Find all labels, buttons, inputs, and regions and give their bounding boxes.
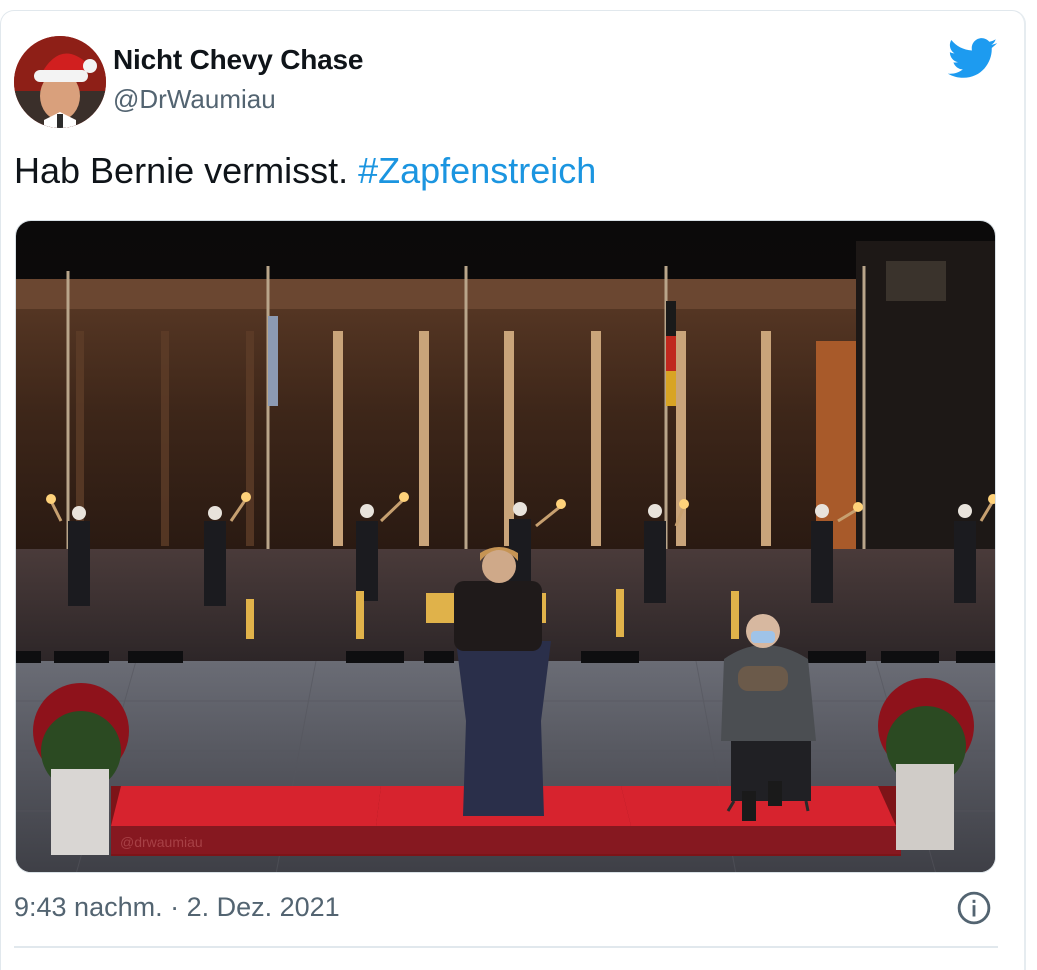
photo-watermark: @drwaumiau: [120, 834, 203, 850]
author-handle[interactable]: @DrWaumiau: [113, 84, 276, 115]
tweet-photo[interactable]: @drwaumiau: [15, 220, 996, 873]
info-icon[interactable]: [957, 891, 991, 925]
twitter-bird-icon[interactable]: [948, 38, 998, 80]
tweet-divider: [14, 946, 998, 948]
tweet-timestamp[interactable]: 9:43 nachm. · 2. Dez. 2021: [14, 892, 340, 923]
avatar[interactable]: [14, 36, 106, 128]
tweet-text: Hab Bernie vermisst. #Zapfenstreich: [14, 150, 596, 192]
author-display-name[interactable]: Nicht Chevy Chase: [113, 44, 363, 76]
ceremony-photo: @drwaumiau: [16, 221, 995, 872]
tweet-text-body: Hab Bernie vermisst.: [14, 150, 349, 191]
santa-hat-avatar-icon: [14, 36, 106, 128]
hashtag-link[interactable]: #Zapfenstreich: [358, 150, 596, 191]
